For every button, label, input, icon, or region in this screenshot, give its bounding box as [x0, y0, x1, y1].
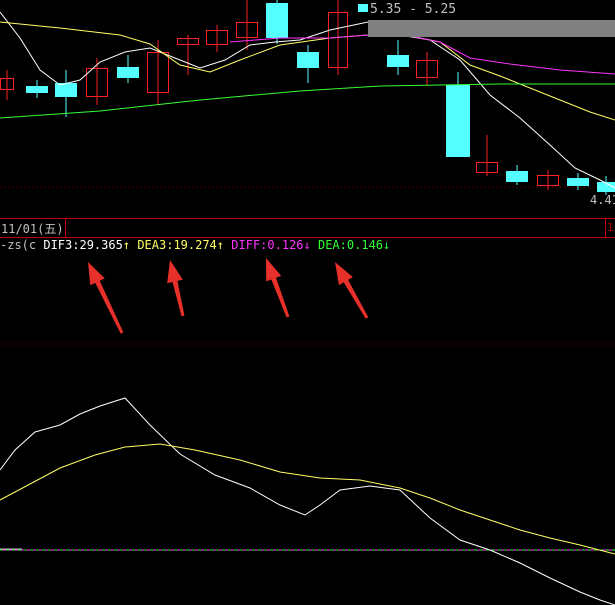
legend-diff-value: 0.126 [267, 238, 304, 252]
price-range-box: 5.35 - 5.25 [368, 0, 615, 37]
legend-dif3-arrow: ↑ [122, 238, 131, 252]
annotation-arrow [88, 262, 124, 334]
candle-down [297, 52, 319, 68]
candle-down [506, 171, 528, 182]
legend-dea3-label: DEA3: [137, 238, 174, 252]
candle-down [117, 67, 139, 78]
range-box-bottom [368, 20, 615, 37]
legend-dif3-label: DIF3: [43, 238, 80, 252]
indicator-chart[interactable] [0, 252, 615, 605]
candle-down [567, 178, 589, 186]
candle-down [26, 86, 48, 93]
price-range-label: 5.35 - 5.25 [370, 2, 457, 17]
annotation-arrow [335, 262, 369, 319]
legend-diff-label: DIFF: [231, 238, 268, 252]
legend-dea3-arrow: ↑ [216, 238, 225, 252]
date-label-box[interactable]: 11/01(五) [0, 219, 66, 237]
date-axis-bar: 11/01(五) 1 [0, 218, 615, 238]
legend-dea-value: 0.146 [346, 238, 384, 252]
annotation-arrow [266, 258, 290, 318]
legend-dif3-value: 29.365 [79, 238, 123, 252]
legend-dea-arrow: ↓ [383, 238, 391, 252]
low-price-label: 4.41 [590, 193, 615, 207]
annotation-arrow [167, 260, 185, 317]
legend-dea3-value: 19.274 [173, 238, 217, 252]
date-label: 11/01(五) [1, 222, 64, 236]
date-right-marker[interactable]: 1 [605, 219, 615, 237]
legend-dea-label: DEA: [317, 238, 347, 252]
ma-green-line [0, 83, 615, 119]
legend-prefix: -zs(c [0, 238, 37, 252]
candle-down [387, 55, 409, 67]
candle-down [266, 3, 288, 38]
dif3-line [0, 397, 615, 605]
candle-down [55, 83, 77, 97]
candle-down [446, 85, 470, 157]
dea3-line [0, 443, 615, 555]
legend-diff-arrow: ↓ [303, 238, 311, 252]
